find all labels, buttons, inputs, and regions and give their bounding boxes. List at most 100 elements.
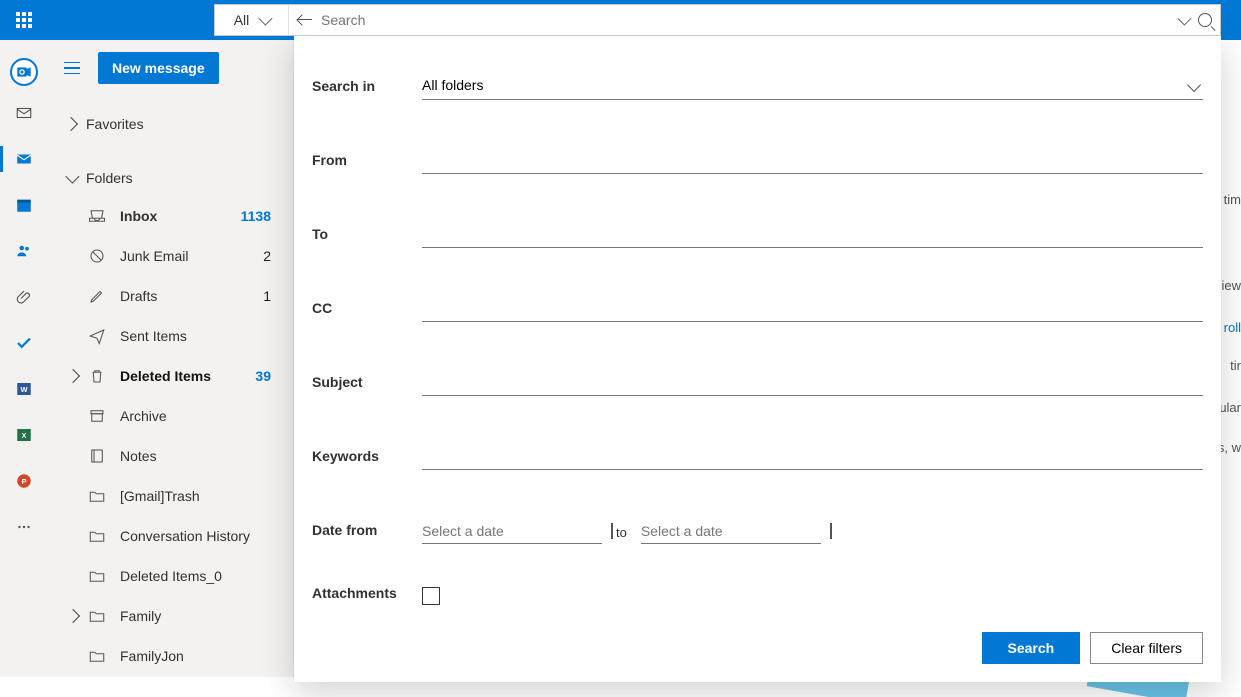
peek-text: tir: [1230, 358, 1241, 373]
calendar-icon: [15, 196, 33, 214]
word-icon: W: [15, 380, 33, 398]
chevron-down-icon: [259, 12, 273, 26]
svg-text:X: X: [21, 431, 26, 440]
rail-people[interactable]: [0, 232, 48, 270]
folder-count: 2: [263, 248, 271, 264]
more-icon: [15, 518, 33, 536]
rail-more[interactable]: [0, 508, 48, 546]
new-message-button[interactable]: New message: [98, 52, 219, 84]
folder-count: 39: [255, 368, 271, 384]
date-to-input[interactable]: [641, 523, 822, 539]
folder-family[interactable]: Family: [64, 596, 281, 636]
folder-archive[interactable]: Archive: [64, 396, 281, 436]
label-date-from: Date from: [312, 522, 422, 544]
rail-excel[interactable]: X: [0, 416, 48, 454]
favorites-label: Favorites: [86, 116, 144, 132]
rail-mail[interactable]: [0, 140, 48, 178]
rail-files[interactable]: [0, 278, 48, 316]
paperclip-icon: [15, 288, 33, 306]
mail-outline-icon: [15, 104, 33, 122]
folder-name: Sent Items: [120, 328, 257, 344]
folder-conversation-history[interactable]: Conversation History: [64, 516, 281, 556]
label-subject: Subject: [312, 374, 422, 396]
inbox-icon: [88, 207, 106, 225]
chevron-right-icon: [64, 117, 78, 131]
outlook-logo[interactable]: [10, 58, 38, 86]
drafts-icon: [88, 287, 106, 305]
peek-text: tim: [1224, 192, 1241, 207]
label-attachments: Attachments: [312, 585, 422, 607]
folder-icon: [88, 607, 106, 625]
search-filter-chevron-icon[interactable]: [1177, 12, 1191, 26]
folder-deleted[interactable]: Deleted Items 39: [64, 356, 281, 396]
rail-word[interactable]: W: [0, 370, 48, 408]
label-keywords: Keywords: [312, 448, 422, 470]
folder-icon: [88, 527, 106, 545]
folder-deleted-items-0[interactable]: Deleted Items_0: [64, 556, 281, 596]
cc-input[interactable]: [422, 293, 1203, 322]
peek-text: ular: [1219, 400, 1241, 415]
archive-icon: [88, 407, 106, 425]
clear-filters-button[interactable]: Clear filters: [1090, 632, 1203, 664]
label-date-to: to: [616, 525, 627, 544]
folder-name: Notes: [120, 448, 271, 464]
search-scope-dropdown[interactable]: All: [215, 5, 289, 35]
folder-name: Conversation History: [120, 528, 271, 544]
folders-label: Folders: [86, 170, 133, 186]
arrow-left-icon: [298, 13, 312, 27]
date-to-picker[interactable]: [641, 523, 821, 544]
advanced-search-panel: Search in From To CC Subject Keywords Da…: [294, 36, 1221, 682]
folder-icon: [88, 567, 106, 585]
folder-familyjon[interactable]: FamilyJon: [64, 636, 281, 676]
peek-text: roll: [1224, 320, 1241, 335]
folders-group-header[interactable]: Folders: [60, 156, 281, 196]
search-input[interactable]: [321, 5, 1178, 35]
nav-toggle-button[interactable]: [60, 56, 84, 80]
folder-count: 1138: [241, 208, 271, 224]
search-icon[interactable]: [1198, 13, 1212, 27]
folder-inbox[interactable]: Inbox 1138: [64, 196, 281, 236]
excel-icon: X: [15, 426, 33, 444]
rail-powerpoint[interactable]: P: [0, 462, 48, 500]
keywords-input[interactable]: [422, 441, 1203, 470]
left-rail: W X P: [0, 40, 48, 677]
waffle-icon: [16, 12, 32, 28]
app-launcher-button[interactable]: [0, 0, 48, 40]
folder-name: Drafts: [120, 288, 249, 304]
folder-icon: [88, 487, 106, 505]
folder-gmail-trash[interactable]: [Gmail]Trash: [64, 476, 281, 516]
folder-name: Archive: [120, 408, 271, 424]
rail-todo[interactable]: [0, 324, 48, 362]
svg-text:P: P: [21, 477, 26, 486]
search-submit-button[interactable]: Search: [982, 632, 1081, 664]
date-from-input[interactable]: [422, 523, 603, 539]
calendar-icon: [611, 523, 613, 539]
search-in-dropdown[interactable]: [422, 71, 1203, 100]
attachments-checkbox[interactable]: [422, 587, 440, 605]
chevron-right-icon: [66, 609, 80, 623]
folder-icon: [88, 647, 106, 665]
folder-name: [Gmail]Trash: [120, 488, 271, 504]
folder-junk[interactable]: Junk Email 2: [64, 236, 281, 276]
subject-input[interactable]: [422, 367, 1203, 396]
label-from: From: [312, 152, 422, 174]
peek-text: iew: [1221, 278, 1241, 293]
folder-sent[interactable]: Sent Items: [64, 316, 281, 356]
from-input[interactable]: [422, 145, 1203, 174]
rail-mail-outline[interactable]: [0, 94, 48, 132]
search-back-button[interactable]: [289, 4, 321, 36]
search-in-value[interactable]: [422, 71, 1203, 100]
calendar-icon: [830, 523, 832, 539]
favorites-group-header[interactable]: Favorites: [60, 102, 281, 142]
to-input[interactable]: [422, 219, 1203, 248]
rail-calendar[interactable]: [0, 186, 48, 224]
folder-name: Junk Email: [120, 248, 249, 264]
date-from-picker[interactable]: [422, 523, 602, 544]
folder-list: Inbox 1138 Junk Email 2 Drafts 1 Sent It…: [60, 196, 281, 676]
folder-drafts[interactable]: Drafts 1: [64, 276, 281, 316]
folder-name: Deleted Items: [120, 368, 241, 384]
search-scope-label: All: [234, 12, 250, 28]
folder-name: Family: [120, 608, 271, 624]
folder-notes[interactable]: Notes: [64, 436, 281, 476]
folder-count: 1: [263, 288, 271, 304]
